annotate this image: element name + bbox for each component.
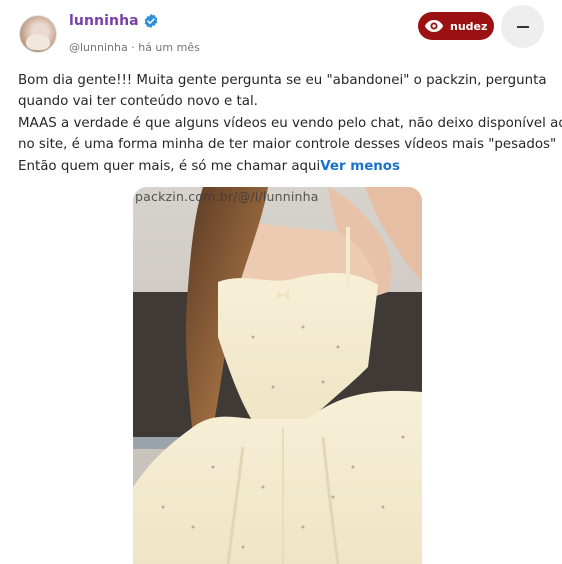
post-time: há um mês bbox=[138, 41, 200, 54]
handle[interactable]: @lunninha bbox=[69, 41, 128, 54]
post-meta: @lunninha · há um mês bbox=[69, 41, 200, 54]
post-line: no site, é uma forma minha de ter maior … bbox=[18, 137, 557, 153]
nudity-badge[interactable]: nudez bbox=[418, 12, 494, 40]
meta-separator: · bbox=[131, 41, 135, 54]
more-button[interactable] bbox=[501, 5, 544, 48]
post-card: lunninha @lunninha · há um mês nudez Bom… bbox=[0, 0, 562, 564]
badge-label: nudez bbox=[450, 19, 488, 33]
post-body: Bom dia gente!!! Muita gente pergunta se… bbox=[18, 70, 562, 177]
eye-icon bbox=[424, 20, 444, 32]
author-row: lunninha bbox=[69, 13, 159, 29]
see-less-link[interactable]: Ver menos bbox=[320, 159, 400, 174]
post-image[interactable]: packzin.com.br/@/l/lunninha bbox=[133, 187, 422, 564]
username[interactable]: lunninha bbox=[69, 13, 139, 29]
post-line: Bom dia gente!!! Muita gente pergunta se… bbox=[18, 73, 547, 88]
post-line: MAAS a verdade é que alguns vídeos eu ve… bbox=[18, 115, 562, 131]
post-photo bbox=[133, 187, 422, 564]
verified-badge-icon bbox=[144, 14, 158, 28]
minus-icon bbox=[516, 25, 529, 28]
image-watermark: packzin.com.br/@/l/lunninha bbox=[135, 189, 319, 204]
post-line-last: Então quem quer mais, é só me chamar aqu… bbox=[18, 156, 548, 177]
avatar[interactable] bbox=[19, 15, 57, 53]
post-line: quando vai ter conteúdo novo e tal. bbox=[18, 94, 258, 110]
post-line-text: Então quem quer mais, é só me chamar aqu… bbox=[18, 158, 321, 174]
